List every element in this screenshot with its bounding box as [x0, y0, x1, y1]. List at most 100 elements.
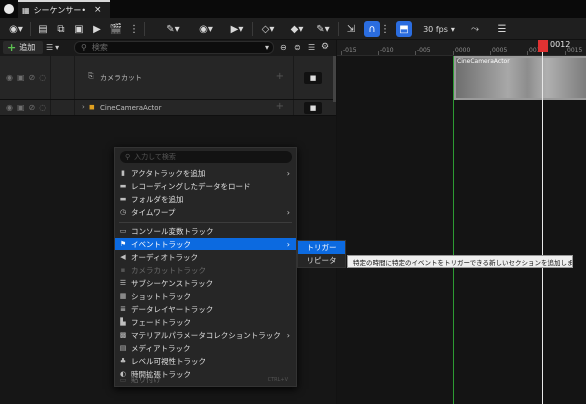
tick-mark: [378, 51, 379, 55]
expand-chevron-icon[interactable]: ›: [82, 103, 85, 111]
time-ruler[interactable]: -015 -010 -005 0000 0005 0010 0015: [337, 40, 586, 56]
divider: [50, 100, 51, 115]
magnet-snap-icon[interactable]: ∩: [364, 21, 380, 37]
chevron-down-icon[interactable]: ▾: [265, 43, 269, 52]
chevron-down-icon: ▾: [55, 43, 60, 52]
view-eye-icon[interactable]: ◉▾: [194, 21, 218, 37]
add-key-icon[interactable]: +: [276, 71, 284, 82]
collapse-icon[interactable]: ⊖: [280, 43, 287, 52]
menu-item-label: アクタトラックを追加: [131, 168, 206, 178]
menu-item-media-track[interactable]: ▤ メディアトラック: [115, 342, 296, 354]
solo-icon[interactable]: ◌: [39, 103, 46, 112]
divider: [252, 22, 253, 36]
filter-icon: ☰: [46, 43, 54, 52]
track-search-input[interactable]: ⚲ 検索 ▾: [74, 41, 274, 54]
playhead-line[interactable]: [542, 50, 543, 404]
play-options-icon[interactable]: ▶▾: [226, 21, 248, 37]
list-icon[interactable]: ☰: [308, 43, 315, 52]
edit-pencil-icon[interactable]: ✎▾: [312, 21, 334, 37]
menu-item-time-warp[interactable]: ◷ タイムワープ ›: [115, 206, 296, 218]
curve-editor-icon[interactable]: ⤳: [468, 21, 482, 37]
menu-item-add-actor-track[interactable]: ▮ アクタトラックを追加 ›: [115, 167, 296, 179]
submenu-item-trigger[interactable]: トリガー: [298, 241, 345, 254]
add-track-button[interactable]: + 追加: [3, 41, 43, 54]
key-lock-icon[interactable]: ⬒: [396, 21, 412, 37]
menu-item-label: カメラカットトラック: [131, 265, 206, 275]
solo-icon[interactable]: ◌: [39, 73, 46, 82]
camera-cut-section[interactable]: CineCameraActor: [454, 56, 586, 100]
mute-icon[interactable]: ⊘: [29, 103, 36, 112]
chevron-down-icon: ▾: [450, 24, 455, 34]
tick-label: -015: [343, 47, 357, 54]
search-placeholder: 検索: [91, 43, 108, 52]
menu-item-label: ショットトラック: [131, 291, 191, 301]
visibility-icon[interactable]: ◉: [6, 73, 13, 82]
key-interp-icon[interactable]: ◆▾: [286, 21, 308, 37]
menu-item-data-layer-track[interactable]: ≣ データレイヤートラック: [115, 303, 296, 315]
playback-start-marker[interactable]: [453, 56, 454, 404]
tools-icon[interactable]: ✎▾: [162, 21, 184, 37]
tick-label: -010: [380, 47, 394, 54]
console-icon: ▭: [119, 227, 127, 235]
tracklist-scrollbar[interactable]: [333, 56, 336, 102]
lock-icon[interactable]: ▣: [17, 73, 25, 82]
track-row-cinecamera[interactable]: ◉ ▣ ⊘ ◌ › ◼ CineCameraActor + ■: [0, 100, 336, 116]
menu-item-console-variable-track[interactable]: ▭ コンソール変数トラック: [115, 225, 296, 237]
menu-item-label: フェードトラック: [131, 317, 191, 327]
render-icon[interactable]: ▣: [72, 21, 86, 37]
track-label: カメラカット: [100, 74, 142, 82]
camera-lock-button[interactable]: ■: [304, 102, 322, 114]
search-icon: ⚲: [125, 153, 131, 161]
playhead-handle[interactable]: [538, 40, 548, 52]
mute-icon[interactable]: ⊘: [29, 73, 36, 82]
find-asset-icon[interactable]: ⧉: [54, 21, 68, 37]
track-toggles: ◉ ▣ ⊘ ◌: [0, 100, 74, 115]
menu-item-load-recorded-data[interactable]: ▬ レコーディングしたデータをロード: [115, 180, 296, 192]
camera-icon[interactable]: ▶: [90, 21, 104, 37]
menu-item-fade-track[interactable]: ▙ フェードトラック: [115, 316, 296, 328]
menu-item-label: マテリアルパラメータコレクショントラック: [131, 330, 281, 340]
fade-icon: ▙: [120, 318, 126, 326]
menu-item-label: サブシーケンストラック: [131, 278, 214, 288]
menu-item-material-parameter-collection-track[interactable]: ▩ マテリアルパラメータコレクショントラック ›: [115, 329, 296, 341]
menu-item-label: レベル可視性トラック: [131, 356, 206, 366]
menu-item-audio-track[interactable]: ◀ オーディオトラック: [115, 251, 296, 263]
menu-search-input[interactable]: ⚲ 入力して検索: [120, 151, 292, 163]
menu-item-camera-cut-track: ▪ カメラカットトラック: [115, 264, 296, 276]
menu-item-label: メディアトラック: [131, 343, 191, 353]
keyframe-diamond-icon[interactable]: ◇▾: [256, 21, 280, 37]
track-view-icon[interactable]: ☰: [494, 21, 510, 37]
expand-icon[interactable]: ⊜: [294, 43, 301, 52]
menu-item-level-visibility-track[interactable]: ♣ レベル可視性トラック: [115, 355, 296, 367]
menu-item-add-folder[interactable]: ▬ フォルダを追加: [115, 193, 296, 205]
camera-lock-button[interactable]: ■: [304, 72, 322, 84]
close-tab-icon[interactable]: ×: [94, 5, 102, 15]
submenu-arrow-icon: ›: [286, 239, 290, 249]
submenu-item-repeater[interactable]: リピータ: [298, 254, 345, 267]
tick-label: 0005: [492, 47, 508, 54]
auto-key-icon[interactable]: ⇲: [344, 21, 358, 37]
more-options-icon[interactable]: ⋮: [128, 21, 140, 37]
menu-item-event-track[interactable]: ⚑ イベントトラック ›: [115, 238, 296, 250]
track-label: CineCameraActor: [100, 104, 162, 112]
tick-label: -005: [417, 47, 431, 54]
sequencer-tab-icon: ▦: [22, 5, 30, 15]
world-icon[interactable]: ◉▾: [6, 21, 26, 37]
unreal-logo-icon[interactable]: [4, 4, 14, 14]
menu-item-label: フォルダを追加: [131, 194, 184, 204]
track-toggles: ◉ ▣ ⊘ ◌: [0, 56, 74, 99]
snap-options-icon[interactable]: ⋮: [380, 21, 390, 37]
save-icon[interactable]: ▤: [36, 21, 50, 37]
tab-sequencer[interactable]: ▦ シーケンサー• ×: [18, 0, 110, 18]
lock-icon[interactable]: ▣: [17, 103, 25, 112]
add-key-icon[interactable]: +: [276, 101, 284, 112]
clapper-icon[interactable]: 🎬: [108, 21, 124, 37]
camera-icon: ■: [309, 104, 317, 112]
menu-item-shot-track[interactable]: ▦ ショットトラック: [115, 290, 296, 302]
menu-item-subsequence-track[interactable]: ☰ サブシーケンストラック: [115, 277, 296, 289]
settings-gear-icon[interactable]: ⚙: [321, 42, 329, 52]
fps-dropdown[interactable]: 30 fps ▾: [418, 21, 460, 37]
filter-button[interactable]: ☰ ▾: [46, 41, 70, 54]
visibility-icon[interactable]: ◉: [6, 103, 13, 112]
track-row-camera-cut[interactable]: ◉ ▣ ⊘ ◌ ⎘ カメラカット + ■: [0, 56, 336, 100]
